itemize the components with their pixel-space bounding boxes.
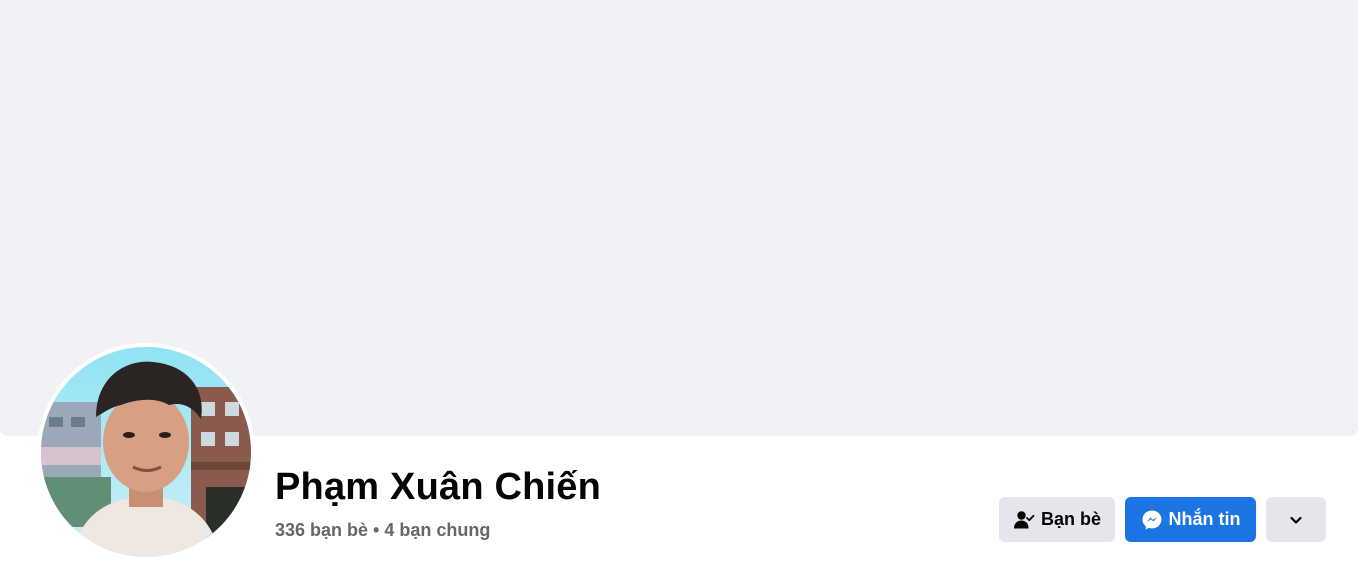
avatar-image: [41, 347, 251, 557]
message-button-label: Nhắn tin: [1168, 509, 1241, 529]
profile-name: Phạm Xuân Chiến: [275, 466, 602, 508]
friends-button[interactable]: Bạn bè: [999, 497, 1115, 542]
message-button[interactable]: Nhắn tin: [1125, 497, 1256, 542]
avatar[interactable]: [41, 347, 251, 557]
separator-dot: •: [373, 520, 380, 540]
messenger-icon: [1141, 509, 1163, 531]
mutual-friends-link[interactable]: 4 bạn chung: [384, 520, 490, 540]
more-options-button[interactable]: [1266, 497, 1326, 542]
person-check-icon: [1013, 509, 1035, 531]
chevron-down-icon: [1288, 512, 1304, 528]
friends-button-label: Bạn bè: [1040, 509, 1101, 529]
profile-header: Phạm Xuân Chiến 336 bạn bè • 4 bạn chung B…: [0, 0, 1358, 565]
friends-count-link[interactable]: 336 bạn bè: [275, 520, 368, 540]
friends-summary: 336 bạn bè • 4 bạn chung: [275, 520, 490, 541]
